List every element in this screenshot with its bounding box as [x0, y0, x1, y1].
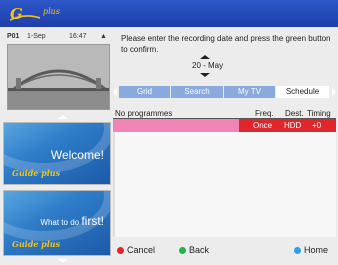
- tab-schedule[interactable]: Schedule: [276, 86, 329, 98]
- what-to-do-first-card[interactable]: What to do first! Guide plus: [3, 190, 111, 256]
- mini-logo: Guide plus: [12, 168, 61, 178]
- tab-search[interactable]: Search: [171, 86, 223, 98]
- date-decrease-arrow-icon[interactable]: [200, 73, 210, 77]
- footer-buttons: Cancel Back Home: [113, 243, 336, 257]
- tv-preview-window: [7, 44, 110, 110]
- back-button[interactable]: Back: [179, 243, 209, 257]
- home-button[interactable]: Home: [294, 243, 328, 257]
- recording-date-value[interactable]: 20 - May: [192, 61, 223, 70]
- date-increase-arrow-icon[interactable]: [200, 55, 210, 59]
- what-to-do-small: What to do: [40, 218, 82, 227]
- home-label: Home: [304, 245, 329, 255]
- tab-bar: Grid Search My TV Schedule: [113, 86, 336, 98]
- channel-number: P01: [7, 33, 20, 40]
- welcome-text: Welcome!: [50, 148, 104, 162]
- table-row-settings[interactable]: Once HDD +0: [239, 119, 336, 132]
- cancel-button[interactable]: Cancel: [117, 243, 155, 257]
- scroll-up-arrow-icon[interactable]: [58, 115, 68, 119]
- back-label: Back: [189, 245, 210, 255]
- table-row[interactable]: [113, 119, 239, 132]
- harbour-bridge-image: [8, 45, 109, 109]
- logo-plus: plus: [43, 7, 60, 16]
- instruction-text: Please enter the recording date and pres…: [121, 34, 331, 54]
- what-to-do-big: first!: [81, 214, 104, 228]
- what-to-do-first-text: What to do first!: [40, 214, 104, 228]
- current-date: 1-Sep: [27, 33, 46, 40]
- logo-swoosh-icon: [10, 15, 40, 21]
- lock-icon: ▲: [100, 33, 107, 40]
- column-programmes: No programmes: [115, 109, 173, 118]
- column-dest: Dest.: [285, 109, 304, 118]
- red-button-icon: [117, 247, 124, 254]
- tab-my-tv[interactable]: My TV: [224, 86, 275, 98]
- guide-plus-logo: G plus: [10, 6, 80, 22]
- row-dest[interactable]: HDD: [284, 121, 301, 130]
- row-freq[interactable]: Once: [253, 121, 272, 130]
- column-freq: Freq.: [255, 109, 274, 118]
- schedule-list: [113, 132, 336, 237]
- blue-button-icon: [294, 247, 301, 254]
- preview-info: P01 1-Sep 16:47 ▲: [7, 33, 112, 43]
- list-edge: [113, 132, 115, 237]
- column-timing: Timing: [307, 109, 331, 118]
- top-banner: G plus: [0, 0, 338, 27]
- tab-scroll-left-icon[interactable]: [113, 88, 117, 96]
- green-button-icon: [179, 247, 186, 254]
- row-timing[interactable]: +0: [312, 121, 321, 130]
- mini-logo: Guide plus: [12, 239, 61, 249]
- cancel-label: Cancel: [127, 245, 156, 255]
- scroll-down-arrow-icon[interactable]: [58, 259, 68, 263]
- current-time: 16:47: [69, 33, 87, 40]
- welcome-card[interactable]: Welcome! Guide plus: [3, 122, 111, 185]
- tab-grid[interactable]: Grid: [119, 86, 170, 98]
- tab-scroll-right-icon[interactable]: [332, 88, 336, 96]
